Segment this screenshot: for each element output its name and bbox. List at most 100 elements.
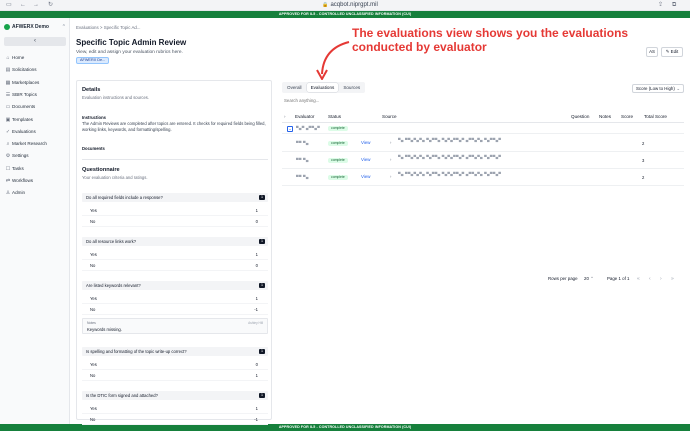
answer-row: No 1 <box>82 371 268 381</box>
prev-page-icon[interactable]: ‹ <box>649 276 651 282</box>
sidebar-item-documents[interactable]: ▭ Documents <box>4 102 66 111</box>
status-badge: complete <box>328 158 348 163</box>
tab-overall[interactable]: Overall <box>283 83 306 92</box>
group-evaluator: ▀▄▀ ▄▀▀▄▀ <box>296 126 321 130</box>
details-panel: Details Evaluation instructions and sour… <box>76 80 272 425</box>
page-indicator: Page 1 of 1 <box>607 276 630 281</box>
sidebar-item-sbir-topics[interactable]: ☰ SBIR Topics <box>4 90 66 99</box>
view-link[interactable]: View <box>361 157 370 162</box>
rows-per-page-value: 20 <box>584 276 589 281</box>
reload-icon[interactable]: ↻ <box>48 2 53 9</box>
sidebar-item-marketplaces[interactable]: ▦ Marketplaces <box>4 78 66 87</box>
annotation-arrow-icon <box>316 41 350 82</box>
sidebar-item-label: Evaluations <box>12 128 36 134</box>
edit-button[interactable]: ✎ Edit <box>661 47 683 57</box>
chevron-updown-icon: ⌃ <box>61 24 66 30</box>
col-notes[interactable]: Notes <box>599 112 611 122</box>
view-link[interactable]: View <box>361 140 370 145</box>
notes-text: Keywords missing. <box>87 327 122 332</box>
address-bar[interactable]: 🔒 acqbot.niprgpt.mil <box>300 1 400 9</box>
sidebar-item-label: Market Research <box>12 141 47 147</box>
sidebar-item-tasks[interactable]: ☐ Tasks <box>4 164 66 173</box>
sidebar: AFWERX Demo ⌃ ‹ ⌂ Home ▤ Solicitations ▦ Marke… <box>0 18 70 424</box>
chevron-right-icon[interactable]: › <box>390 140 391 146</box>
question-header: Is spelling and formatting of the topic … <box>82 347 268 356</box>
sidebar-item-label: Admin <box>12 190 26 196</box>
col-evaluator[interactable]: Evaluator <box>295 112 314 122</box>
sidebar-item-admin[interactable]: ♙ Admin <box>4 188 66 197</box>
col-score[interactable]: Score <box>621 112 633 122</box>
table-row[interactable]: ▀▀ ▀▄ complete View › ▀▄ ▀▀▄▀▄▀▄ ▀▄▀▀▄ ▀▄▀▄▀… <box>282 170 684 186</box>
question-header: Is the DTIC form signed and attached? 1 <box>82 391 268 400</box>
question-header: Do all resource links work? 1 <box>82 237 268 246</box>
col-question[interactable]: Question <box>571 112 589 122</box>
sidebar-toggle-icon[interactable]: ▭ <box>6 2 12 9</box>
org-switcher[interactable]: AFWERX Demo ⌃ <box>4 23 66 32</box>
arrow-right-icon[interactable]: → <box>33 2 39 9</box>
col-source[interactable]: Source <box>382 112 397 122</box>
breadcrumb[interactable]: Evaluations > Specific Topic Ad... <box>76 25 140 30</box>
details-subtitle: Evaluation instructions and sources. <box>82 95 150 100</box>
sidebar-item-home[interactable]: ⌂ Home <box>4 53 66 62</box>
source-text: ▀▄ ▀▀▄▀▄▀▄ ▀▄▀▀▄ ▀▄▀▄▀▀▄▀ ▄▀▀▄▀▄ ▀▄▀▀▄▀ <box>398 172 502 176</box>
tab-bar: Overall Evaluations Sources <box>282 82 366 93</box>
expand-all-icon[interactable]: › <box>284 112 286 122</box>
notes-label: Notes <box>87 321 96 325</box>
next-page-icon[interactable]: › <box>660 276 662 282</box>
workflow-icon: ⇄ <box>5 178 11 184</box>
sidebar-item-settings[interactable]: ⚙ Settings <box>4 151 66 160</box>
answer-label: Yes <box>90 252 97 257</box>
sidebar-item-label: Home <box>12 55 25 60</box>
question-count-badge: 1 <box>259 349 265 354</box>
tab-evaluations[interactable]: Evaluations <box>306 83 339 92</box>
answer-row: Yes 1 <box>82 250 268 260</box>
classification-banner-top: APPROVED FOR IL5 - CONTROLLED UNCLASSIFI… <box>0 11 690 18</box>
table-group-row[interactable]: ⌄ ▀▄▀ ▄▀▀▄▀ complete <box>282 123 684 134</box>
chevron-right-icon[interactable]: › <box>390 157 391 163</box>
total-score: 3 <box>642 158 645 163</box>
instructions-text: The Admin Reviews are completed after to… <box>82 121 266 132</box>
col-total-score[interactable]: Total Score <box>644 112 667 122</box>
sidebar-item-market-research[interactable]: ⌕ Market Research <box>4 139 66 148</box>
chevron-right-icon[interactable]: › <box>390 174 391 180</box>
tabs-icon[interactable]: ⧉ <box>672 2 676 9</box>
search-input[interactable] <box>282 96 402 105</box>
table-row[interactable]: ▀▀ ▀▄ complete View › ▀▄ ▀▀▄▀▄▀▄ ▀▄▀▀▄ ▀▄▀▄▀… <box>282 153 684 169</box>
status-badge: complete <box>328 141 348 146</box>
instructions-label: Instructions <box>82 115 106 120</box>
tab-sources[interactable]: Sources <box>339 83 364 92</box>
sidebar-item-evaluations[interactable]: ✓ Evaluations <box>4 127 66 136</box>
last-page-icon[interactable]: » <box>671 276 674 282</box>
url-text: acqbot.niprgpt.mil <box>330 2 378 8</box>
col-status[interactable]: Status <box>328 112 341 122</box>
answer-label: No <box>90 263 96 268</box>
share-icon[interactable]: ⇪ <box>658 2 663 9</box>
document-icon: ▤ <box>5 67 11 74</box>
template-icon: ▣ <box>5 116 11 123</box>
table-row[interactable]: ▀▀ ▀▄ complete View › ▀▄ ▀▀▄▀▄▀▄ ▀▄▀▀▄ ▀▄▀▄▀… <box>282 136 684 152</box>
source-text: ▀▄ ▀▀▄▀▄▀▄ ▀▄▀▀▄ ▀▄▀▄▀▀▄▀ ▄▀▀▄▀▄ ▀▄▀▀▄▀ <box>398 155 502 159</box>
answer-row: Yes 0 <box>82 360 268 370</box>
edit-label: Edit <box>670 49 679 54</box>
sidebar-item-label: Solicitations <box>12 67 37 73</box>
page-title: Specific Topic Admin Review <box>76 38 187 47</box>
sidebar-item-label: Templates <box>12 116 33 122</box>
sidebar-item-templates[interactable]: ▣ Templates <box>4 115 66 124</box>
answer-row: Yes 1 <box>82 206 268 216</box>
answer-value: 0 <box>255 362 258 367</box>
answer-value: 0 <box>255 219 258 224</box>
sidebar-item-label: Settings <box>12 153 29 159</box>
evaluator-name: ▀▀ ▀▄ <box>296 175 309 179</box>
arrow-left-icon[interactable]: ← <box>20 2 26 9</box>
first-page-icon[interactable]: « <box>637 276 640 282</box>
answer-label: Yes <box>90 406 97 411</box>
rows-per-page-select[interactable]: 20 ⌃ <box>584 276 594 282</box>
collapse-group-icon[interactable]: ⌄ <box>287 126 293 132</box>
view-link[interactable]: View <box>361 174 370 179</box>
collapse-sidebar-button[interactable]: ‹ <box>4 37 66 46</box>
sort-select[interactable]: Score (Low to High) ⌄ <box>632 84 684 93</box>
sidebar-item-solicitations[interactable]: ▤ Solicitations <box>4 65 66 74</box>
sidebar-item-workflows[interactable]: ⇄ Workflows <box>4 176 66 185</box>
annotation-text: The evaluations view shows you the evalu… <box>352 26 629 54</box>
sidebar-item-label: Workflows <box>12 178 34 183</box>
